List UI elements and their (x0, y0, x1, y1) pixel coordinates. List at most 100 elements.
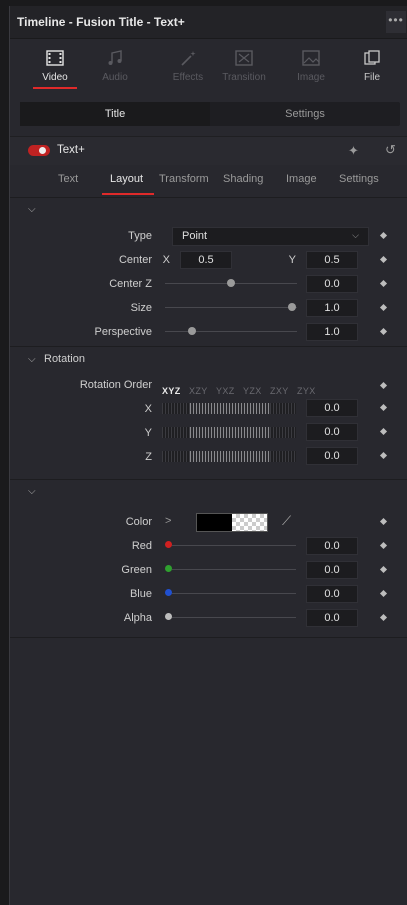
subtab-transform[interactable]: Transform (159, 173, 209, 185)
red-slider[interactable] (172, 545, 296, 546)
size-slider-handle[interactable] (288, 303, 296, 311)
type-dropdown-value: Point (182, 230, 208, 242)
dial-center (190, 451, 270, 462)
tab-transition[interactable]: Transition (214, 39, 274, 95)
inspector-panel: Timeline - Fusion Title - Text+ ••• Vide… (9, 6, 407, 905)
blue-slider[interactable] (172, 593, 296, 594)
blue-slider-handle[interactable] (165, 589, 172, 596)
subtab-layout-label: Layout (110, 173, 144, 185)
film-icon (46, 50, 64, 66)
chevron-down-icon[interactable]: ⌵ (28, 486, 36, 497)
center-x-label: X (162, 254, 170, 266)
window-title: Timeline - Fusion Title - Text+ (17, 15, 185, 29)
tab-file[interactable]: File (342, 39, 402, 95)
tool-enable-toggle[interactable] (28, 145, 50, 156)
green-slider[interactable] (172, 569, 296, 570)
rotation-y-field[interactable]: 0.0 (306, 423, 358, 441)
tab-audio[interactable]: Audio (85, 39, 145, 95)
image-icon (302, 50, 320, 66)
green-slider-handle[interactable] (165, 565, 172, 572)
segment-settings[interactable]: Settings (210, 102, 400, 126)
magic-wand-icon (181, 51, 196, 66)
green-label: Green (121, 564, 152, 576)
reset-icon[interactable]: ↺ (385, 142, 396, 158)
color-swatch[interactable] (196, 513, 268, 532)
active-tab-underline (33, 87, 77, 89)
red-field[interactable]: 0.0 (306, 537, 358, 555)
segment-title[interactable]: Title (20, 102, 210, 126)
rotation-y-label: Y (144, 427, 152, 439)
chevron-down-icon: ⌵ (352, 230, 359, 240)
magic-wand-icon[interactable]: ✦ (348, 143, 359, 159)
alpha-label: Alpha (123, 612, 152, 624)
centerz-field[interactable]: 0.0 (306, 275, 358, 293)
rotation-order-label: Rotation Order (79, 379, 152, 391)
center-y-label: Y (288, 254, 296, 266)
blue-field[interactable]: 0.0 (306, 585, 358, 603)
alpha-field[interactable]: 0.0 (306, 609, 358, 627)
subtab-shading[interactable]: Shading (223, 173, 263, 185)
tab-file-label: File (363, 72, 381, 83)
tab-audio-label: Audio (102, 72, 128, 83)
tab-effects[interactable]: Effects (158, 39, 218, 95)
color-swatch-fill (197, 514, 232, 531)
perspective-slider[interactable] (165, 331, 297, 332)
tab-video[interactable]: Video (25, 39, 85, 95)
rotation-order-yzx[interactable]: YZX (243, 386, 262, 396)
rotation-order-zxy[interactable]: ZXY (270, 386, 289, 396)
rotation-order-xzy[interactable]: XZY (189, 386, 208, 396)
title-settings-switch: Title Settings (20, 102, 400, 126)
size-slider[interactable] (165, 307, 297, 308)
color-swatch-alpha (232, 514, 267, 531)
subtab-settings[interactable]: Settings (339, 173, 379, 185)
rotation-z-field[interactable]: 0.0 (306, 447, 358, 465)
more-options-button[interactable]: ••• (386, 11, 406, 33)
rotation-z-dial[interactable] (162, 451, 296, 462)
center-y-field[interactable]: 0.5 (306, 251, 358, 269)
center-x-field[interactable]: 0.5 (180, 251, 232, 269)
centerz-slider-handle[interactable] (227, 279, 235, 287)
color-expand-arrow[interactable]: > (165, 515, 171, 527)
tool-name: Text+ (57, 144, 85, 156)
type-label: Type (128, 230, 152, 242)
perspective-label: Perspective (94, 326, 152, 338)
rotation-order-zyx[interactable]: ZYX (297, 386, 316, 396)
perspective-slider-handle[interactable] (188, 327, 196, 335)
active-subtab-underline (102, 193, 154, 195)
alpha-slider-handle[interactable] (165, 613, 172, 620)
color-label: Color (125, 516, 152, 528)
music-note-icon (108, 50, 122, 65)
tab-image[interactable]: Image (281, 39, 341, 95)
subtab-text[interactable]: Text (58, 173, 78, 185)
rotation-x-field[interactable]: 0.0 (306, 399, 358, 417)
centerz-label: Center Z (109, 278, 152, 290)
subtab-layout[interactable]: Layout (102, 173, 154, 195)
dial-center (190, 403, 270, 414)
section-divider (10, 637, 407, 639)
subtab-image[interactable]: Image (286, 173, 317, 185)
dial-center (190, 427, 270, 438)
rotation-order-xyz[interactable]: XYZ (162, 386, 181, 396)
tab-image-label: Image (297, 72, 325, 83)
chevron-down-icon[interactable]: ⌵ (28, 204, 36, 215)
inspector-titlebar: Timeline - Fusion Title - Text+ ••• (10, 6, 407, 39)
eyedropper-icon[interactable]: ⟋ (282, 513, 291, 529)
rotation-y-dial[interactable] (162, 427, 296, 438)
perspective-field[interactable]: 1.0 (306, 323, 358, 341)
rotation-x-dial[interactable] (162, 403, 296, 414)
green-field[interactable]: 0.0 (306, 561, 358, 579)
rotation-x-label: X (144, 403, 152, 415)
alpha-slider[interactable] (172, 617, 296, 618)
blue-label: Blue (129, 588, 152, 600)
inspector-tabs: Video Audio Effects Transition Image Fil… (10, 39, 407, 95)
rotation-section-title: Rotation (44, 353, 85, 365)
size-field[interactable]: 1.0 (306, 299, 358, 317)
red-slider-handle[interactable] (165, 541, 172, 548)
tab-transition-label: Transition (222, 72, 266, 83)
red-label: Red (131, 540, 152, 552)
rotation-order-yxz[interactable]: YXZ (216, 386, 235, 396)
rotation-z-label: Z (145, 451, 152, 463)
chevron-down-icon[interactable]: ⌵ (28, 354, 36, 365)
file-icon (364, 50, 380, 65)
type-dropdown[interactable]: Point ⌵ (172, 227, 369, 246)
